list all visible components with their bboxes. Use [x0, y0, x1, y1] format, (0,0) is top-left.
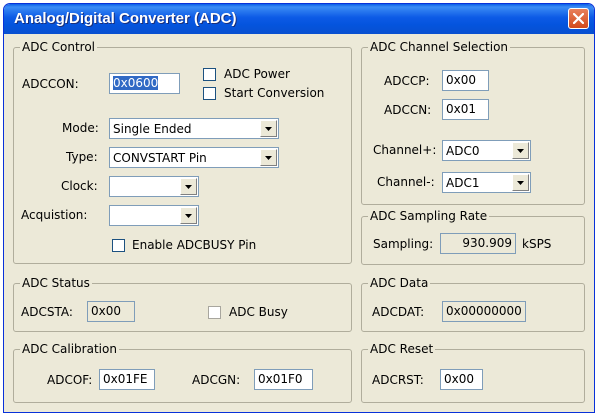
sampling-unit: kSPS: [522, 237, 552, 251]
mode-dropdown-button[interactable]: [260, 120, 277, 137]
channel-minus-value: ADC1: [446, 176, 480, 190]
channel-plus-value: ADC0: [446, 144, 480, 158]
channel-minus-select[interactable]: ADC1: [442, 172, 531, 193]
adc-data-legend: ADC Data: [370, 276, 429, 290]
enable-adcbusy-checkbox[interactable]: [112, 239, 125, 252]
mode-value: Single Ended: [113, 122, 192, 136]
adcgn-field[interactable]: 0x01F0: [254, 369, 313, 390]
title-bar[interactable]: Analog/Digital Converter (ADC): [4, 4, 594, 34]
type-value: CONVSTART Pin: [113, 151, 207, 165]
adc-power-label: ADC Power: [224, 67, 290, 81]
adc-dialog: Analog/Digital Converter (ADC) ADC Contr…: [3, 3, 595, 413]
adc-status-legend: ADC Status: [22, 276, 90, 290]
channel-minus-dropdown-button[interactable]: [512, 174, 529, 191]
acquisition-select[interactable]: [109, 205, 199, 226]
chevron-down-icon: [517, 149, 524, 153]
adcrst-field[interactable]: 0x00: [440, 369, 483, 390]
adcdat-label: ADCDAT:: [372, 305, 425, 319]
start-conversion-checkbox[interactable]: [203, 87, 216, 100]
chevron-down-icon: [185, 185, 192, 189]
adcsta-label: ADCSTA:: [21, 305, 73, 319]
acquisition-dropdown-button[interactable]: [180, 207, 197, 224]
sampling-label: Sampling:: [373, 237, 434, 251]
adccn-field[interactable]: 0x01: [442, 99, 489, 120]
adc-busy-label: ADC Busy: [229, 305, 288, 319]
sampling-field: 930.909: [440, 233, 516, 254]
adc-power-checkbox[interactable]: [203, 68, 216, 81]
adccon-field[interactable]: 0x0600: [109, 73, 180, 94]
channel-plus-dropdown-button[interactable]: [512, 142, 529, 159]
chevron-down-icon: [185, 214, 192, 218]
clock-dropdown-button[interactable]: [180, 178, 197, 195]
chevron-down-icon: [265, 156, 272, 160]
adcof-field[interactable]: 0x01FE: [99, 369, 155, 390]
type-select[interactable]: CONVSTART Pin: [109, 147, 279, 168]
start-conversion-label: Start Conversion: [224, 86, 325, 100]
adc-control-legend: ADC Control: [22, 40, 96, 54]
chevron-down-icon: [517, 181, 524, 185]
sampling-value: 930.909: [462, 236, 512, 250]
adc-reset-legend: ADC Reset: [370, 342, 434, 356]
channel-selection-legend: ADC Channel Selection: [370, 40, 509, 54]
mode-label: Mode:: [62, 121, 99, 135]
sampling-rate-legend: ADC Sampling Rate: [370, 209, 488, 223]
adcdat-field: 0x00000000: [442, 301, 526, 322]
window-title: Analog/Digital Converter (ADC): [14, 10, 237, 27]
acquisition-label: Acquistion:: [21, 208, 88, 222]
adcrst-label: ADCRST:: [372, 373, 424, 387]
adc-calibration-legend: ADC Calibration: [22, 342, 117, 356]
type-dropdown-button[interactable]: [260, 149, 277, 166]
adcgn-label: ADCGN:: [192, 373, 241, 387]
adc-busy-checkbox: [208, 306, 221, 319]
channel-plus-select[interactable]: ADC0: [442, 140, 531, 161]
clock-label: Clock:: [61, 179, 98, 193]
adccon-label: ADCCON:: [22, 77, 79, 91]
adcof-label: ADCOF:: [47, 373, 93, 387]
mode-select[interactable]: Single Ended: [109, 118, 279, 139]
type-label: Type:: [66, 150, 98, 164]
close-button[interactable]: [568, 8, 589, 29]
adccp-label: ADCCP:: [384, 74, 430, 88]
enable-adcbusy-label: Enable ADCBUSY Pin: [132, 238, 257, 252]
adccp-field[interactable]: 0x00: [442, 70, 489, 91]
clock-select[interactable]: [109, 176, 199, 197]
chevron-down-icon: [265, 127, 272, 131]
adccn-label: ADCCN:: [384, 103, 432, 117]
adcsta-field: 0x00: [87, 301, 135, 322]
close-icon: [573, 13, 584, 24]
channel-minus-label: Channel-:: [377, 175, 435, 189]
channel-plus-label: Channel+:: [373, 143, 437, 157]
adccon-value: 0x0600: [113, 76, 159, 90]
